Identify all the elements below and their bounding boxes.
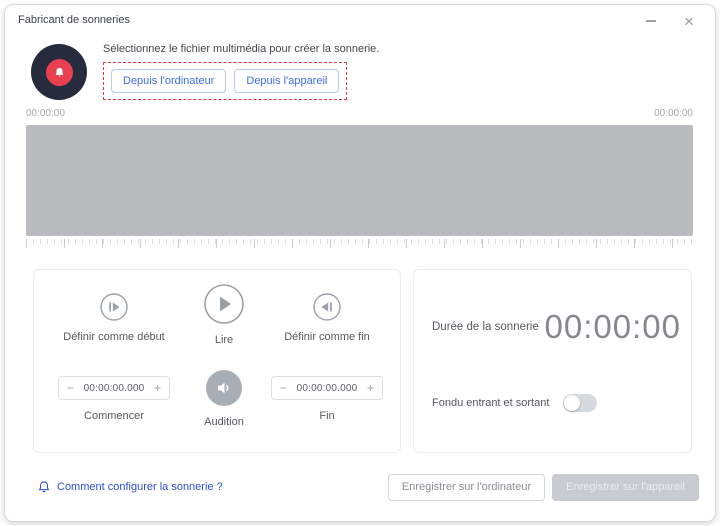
duration-display: 00:00:00	[545, 308, 681, 346]
time-ruler	[26, 239, 693, 249]
timeline-start-label: 00:00:00	[26, 108, 65, 119]
close-icon: ✕	[684, 15, 695, 28]
minimize-icon	[646, 20, 656, 22]
set-start-label: Définir comme début	[63, 331, 165, 343]
start-time-stepper[interactable]: − 00:00:00.000 +	[58, 376, 170, 400]
source-buttons-highlight: Depuis l'ordinateur Depuis l'appareil	[103, 62, 347, 100]
bell-glyph-icon	[52, 65, 67, 80]
close-button[interactable]: ✕	[681, 13, 697, 29]
timeline-labels: 00:00:00 00:00:00	[26, 108, 693, 119]
summary-panel: Durée de la sonnerie 00:00:00 Fondu entr…	[413, 269, 692, 453]
fade-label: Fondu entrant et sortant	[432, 397, 549, 409]
panels-row: Définir comme début Lire	[33, 269, 692, 453]
header: Sélectionnez le fichier multimédia pour …	[31, 41, 379, 100]
speaker-icon	[214, 378, 234, 398]
fade-toggle-knob	[564, 395, 580, 411]
window-title: Fabricant de sonneries	[18, 14, 130, 26]
window-controls: ✕	[643, 13, 697, 29]
play-label: Lire	[215, 334, 233, 346]
set-end-label: Définir comme fin	[284, 331, 370, 343]
end-stepper-label: Fin	[319, 410, 334, 422]
duration-label: Durée de la sonnerie	[432, 321, 539, 333]
play-button[interactable]	[204, 284, 244, 324]
start-stepper-label: Commencer	[84, 410, 144, 422]
from-computer-button[interactable]: Depuis l'ordinateur	[111, 69, 226, 93]
help-link[interactable]: Comment configurer la sonnerie ?	[37, 480, 223, 494]
set-start-button[interactable]	[100, 293, 128, 321]
set-end-icon	[313, 293, 341, 321]
start-time-value: 00:00:00.000	[84, 383, 145, 394]
trim-panel: Définir comme début Lire	[33, 269, 401, 453]
end-time-stepper[interactable]: − 00:00:00.000 +	[271, 376, 383, 400]
end-plus-button[interactable]: +	[367, 382, 374, 394]
start-plus-button[interactable]: +	[154, 382, 161, 394]
help-link-text: Comment configurer la sonnerie ?	[57, 481, 223, 493]
audition-label: Audition	[204, 416, 244, 428]
from-device-button[interactable]: Depuis l'appareil	[234, 69, 339, 93]
help-bell-icon	[37, 480, 51, 494]
end-minus-button[interactable]: −	[280, 382, 287, 394]
play-icon	[204, 284, 244, 324]
fade-toggle[interactable]	[563, 394, 597, 412]
end-time-value: 00:00:00.000	[297, 383, 358, 394]
ringtone-maker-window: Fabricant de sonneries ✕ Sélectionnez le…	[4, 4, 716, 522]
start-minus-button[interactable]: −	[67, 382, 74, 394]
minimize-button[interactable]	[643, 13, 659, 29]
save-to-computer-button[interactable]: Enregistrer sur l'ordinateur	[388, 474, 545, 501]
footer: Comment configurer la sonnerie ? Enregis…	[37, 472, 699, 502]
audition-button[interactable]	[206, 370, 242, 406]
ringtone-logo-icon	[31, 44, 87, 100]
waveform-area[interactable]	[26, 125, 693, 236]
set-start-icon	[100, 293, 128, 321]
timeline-end-label: 00:00:00	[654, 108, 693, 119]
save-to-device-button[interactable]: Enregistrer sur l'appareil	[552, 474, 699, 501]
set-end-button[interactable]	[313, 293, 341, 321]
bell-badge-icon	[46, 59, 73, 86]
instruction-text: Sélectionnez le fichier multimédia pour …	[103, 43, 379, 55]
